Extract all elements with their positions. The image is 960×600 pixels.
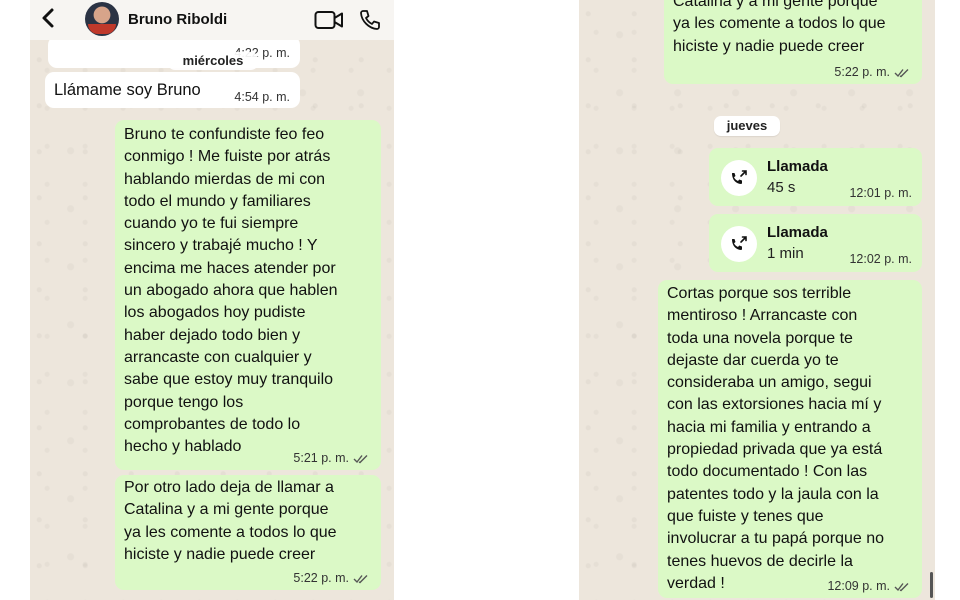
chat-panel-right: Catalina y a mi gente porque ya les come…	[579, 0, 935, 600]
message-time: 5:22 p. m.	[834, 65, 890, 79]
outgoing-call-icon	[721, 160, 757, 196]
outgoing-message: Por otro lado deja de llamar a Catalina …	[115, 475, 381, 590]
incoming-message: Llámame soy Bruno 4:54 p. m.	[45, 72, 300, 108]
double-check-icon	[353, 454, 368, 464]
message-text: Bruno te confundiste feo feo conmigo ! M…	[124, 126, 338, 456]
back-arrow-icon[interactable]	[36, 4, 60, 32]
call-title: Llamada	[767, 224, 828, 241]
call-title: Llamada	[767, 158, 828, 175]
call-duration: 45 s	[767, 179, 796, 196]
contact-name[interactable]: Bruno Riboldi	[128, 11, 227, 28]
message-meta: 5:21 p. m.	[293, 451, 371, 465]
message-meta: 12:09 p. m.	[827, 579, 912, 593]
outgoing-message: Bruno te confundiste feo feo conmigo ! M…	[115, 120, 381, 470]
message-time: 12:01 p. m.	[849, 186, 912, 200]
message-text: Catalina y a mi gente porque ya les come…	[673, 0, 886, 55]
double-check-icon	[353, 574, 368, 584]
message-time: 5:21 p. m.	[293, 451, 349, 465]
double-check-icon	[894, 582, 909, 592]
message-time: 5:22 p. m.	[293, 571, 349, 585]
date-chip: miércoles	[168, 52, 258, 70]
double-check-icon	[894, 68, 909, 78]
message-text: Por otro lado deja de llamar a Catalina …	[124, 479, 337, 563]
message-time: 12:09 p. m.	[827, 579, 890, 593]
message-meta: 5:22 p. m.	[293, 571, 371, 585]
scrollbar[interactable]	[930, 572, 933, 598]
avatar[interactable]	[85, 2, 119, 36]
message-text: Llámame soy Bruno	[54, 81, 201, 99]
chat-header: Bruno Riboldi	[30, 0, 394, 40]
date-chip: jueves	[714, 116, 780, 136]
outgoing-message: Catalina y a mi gente porque ya les come…	[664, 0, 922, 84]
message-time: 4:54 p. m.	[234, 90, 290, 104]
video-call-icon[interactable]	[314, 10, 344, 30]
outgoing-message: Cortas porque sos terrible mentiroso ! A…	[658, 280, 922, 598]
message-meta: 5:22 p. m.	[834, 65, 912, 79]
call-duration: 1 min	[767, 245, 804, 262]
outgoing-call-icon	[721, 226, 757, 262]
chat-panel-left: 4:22 p. m. Bruno Riboldi miércoles Lláma…	[30, 0, 394, 600]
call-message: Llamada 45 s 12:01 p. m.	[709, 148, 922, 206]
message-time: 12:02 p. m.	[849, 252, 912, 266]
message-text: Cortas porque sos terrible mentiroso ! A…	[667, 285, 885, 592]
call-message: Llamada 1 min 12:02 p. m.	[709, 214, 922, 272]
phone-icon[interactable]	[358, 8, 382, 32]
